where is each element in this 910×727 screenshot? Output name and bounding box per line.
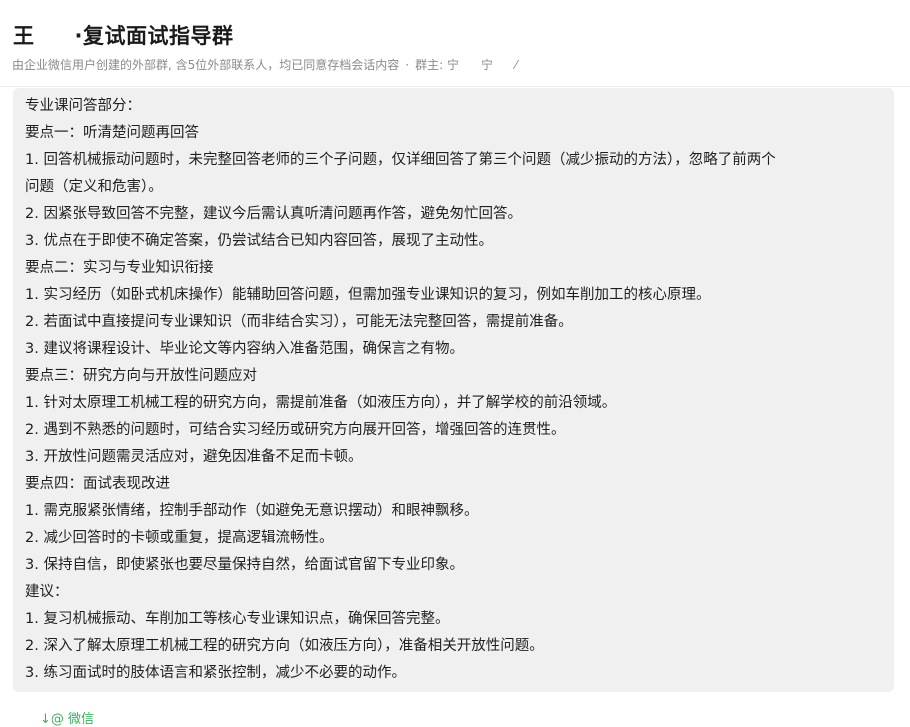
message-text: 专业课问答部分： 要点一：听清楚问题再回答 1. 回答机械振动问题时，未完整回答老师…	[25, 93, 885, 687]
message-line: 3. 建议将课程设计、毕业论文等内容纳入准备范围，确保言之有物。	[25, 341, 464, 357]
message-line: 2. 若面试中直接提问专业课知识（而非结合实习），可能无法完整回答，需提前准备。	[25, 314, 573, 330]
message-line: 要点四：面试表现改进	[25, 476, 170, 492]
group-owner: 群主: 宁	[415, 58, 459, 72]
group-title-part2: ·复试面试指导群	[74, 24, 234, 48]
message-line: 专业课问答部分：	[25, 98, 141, 114]
message-line: 要点二：实习与专业知识衔接	[25, 260, 214, 276]
group-description: 由企业微信用户创建的外部群, 含5位外部联系人，均已同意存档会话内容	[12, 58, 400, 72]
message-line: 3. 练习面试时的肢体语言和紧张控制，减少不必要的动作。	[25, 665, 406, 681]
message-line: 3. 开放性问题需灵活应对，避免因准备不足而卡顿。	[25, 449, 363, 465]
wechat-source-label[interactable]: ↓@ 微信	[40, 708, 94, 727]
message-line: 2. 减少回答时的卡顿或重复，提高逻辑流畅性。	[25, 530, 334, 546]
message-line: 问题（定义和危害）。	[25, 179, 163, 195]
message-line: 建议：	[25, 584, 69, 600]
message-line: 3. 优点在于即使不确定答案，仍尝试结合已知内容回答，展现了主动性。	[25, 233, 493, 249]
group-title-part1: 王	[13, 24, 35, 48]
message-line: 1. 需克服紧张情绪，控制手部动作（如避免无意识摆动）和眼神飘移。	[25, 503, 479, 519]
message-line: 2. 遇到不熟悉的问题时，可结合实习经历或研究方向展开回答，增强回答的连贯性。	[25, 422, 566, 438]
chat-header: 王 ·复试面试指导群 由企业微信用户创建的外部群, 含5位外部联系人，均已同意存档…	[0, 0, 910, 87]
group-subtitle: 由企业微信用户创建的外部群, 含5位外部联系人，均已同意存档会话内容 · 群主: 宁…	[12, 56, 517, 73]
group-owner-suffix: 宁	[480, 58, 493, 72]
message-line: 1. 复习机械振动、车削加工等核心专业课知识点，确保回答完整。	[25, 611, 450, 627]
message-line: 要点三：研究方向与开放性问题应对	[25, 368, 257, 384]
group-title: 王 ·复试面试指导群	[13, 20, 233, 50]
message-line: 要点一：听清楚问题再回答	[25, 125, 199, 141]
message-line: 1. 实习经历（如卧式机床操作）能辅助回答问题，但需加强专业课知识的复习，例如车…	[25, 287, 711, 303]
group-owner-mark: ⁄	[514, 58, 517, 72]
message-line: 3. 保持自信，即使紧张也要尽量保持自然，给面试官留下专业印象。	[25, 557, 464, 573]
message-line: 2. 因紧张导致回答不完整，建议今后需认真听清问题再作答，避免匆忙回答。	[25, 206, 522, 222]
message-line: 1. 回答机械振动问题时，未完整回答老师的三个子问题，仅详细回答了第三个问题（减…	[25, 152, 776, 168]
subtitle-separator: ·	[405, 58, 410, 72]
message-line: 2. 深入了解太原理工机械工程的研究方向（如液压方向），准备相关开放性问题。	[25, 638, 544, 654]
message-line: 1. 针对太原理工机械工程的研究方向，需提前准备（如液压方向），并了解学校的前沿…	[25, 395, 617, 411]
